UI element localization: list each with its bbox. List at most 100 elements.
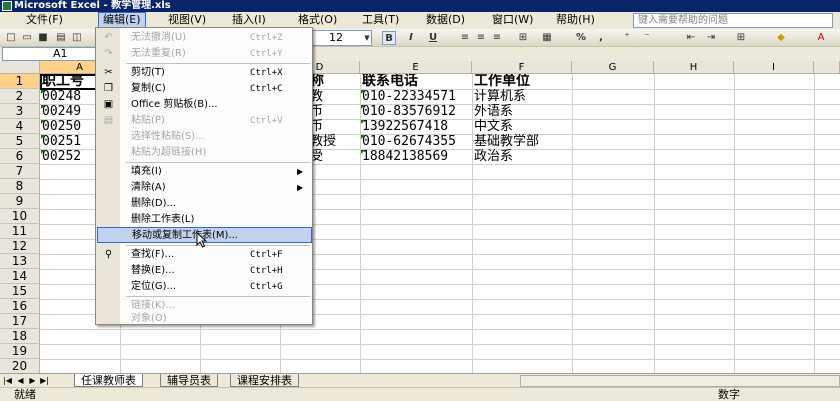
cell-d1[interactable]: 称 [308, 74, 360, 89]
cell-d2[interactable]: 教 [308, 89, 360, 104]
underline-button[interactable]: U [426, 31, 440, 45]
decrease-decimal-icon[interactable]: ⁻ [640, 31, 654, 45]
cell-e5[interactable]: 010-62674355 [360, 134, 472, 149]
menu-item-cut[interactable]: ✂ 剪切(T) Ctrl+X [97, 65, 312, 81]
row-header[interactable]: 1 [0, 74, 40, 89]
cell-e1[interactable]: 联系电话 [360, 74, 472, 89]
menu-item-redo[interactable]: ↷ 无法重复(R) Ctrl+Y [97, 46, 312, 62]
cell-f5[interactable]: 基础教学部 [472, 134, 572, 149]
row-header[interactable]: 2 [0, 89, 40, 104]
align-right-icon[interactable]: ≡ [490, 31, 504, 45]
row-header[interactable]: 3 [0, 104, 40, 119]
currency-icon[interactable]: ▦ [540, 31, 554, 45]
row-header[interactable]: 4 [0, 119, 40, 134]
percent-button[interactable]: % [574, 31, 588, 45]
menu-item-fill[interactable]: 填充(I) ▶ [97, 164, 312, 180]
bold-button[interactable]: B [382, 31, 396, 45]
first-sheet-icon[interactable]: |◀ [3, 375, 12, 386]
menu-file[interactable]: 文件(F) [22, 12, 67, 29]
column-header-f[interactable]: F [472, 61, 572, 74]
menu-item-undo[interactable]: ↶ 无法撤消(U) Ctrl+Z [97, 30, 312, 46]
menu-window[interactable]: 窗口(W) [488, 12, 537, 29]
cell-e3[interactable]: 010-83576912 [360, 104, 472, 119]
row-header[interactable]: 9 [0, 194, 40, 209]
menu-item-paste-special[interactable]: 选择性粘贴(S)... [97, 129, 312, 145]
sheet-tab-teachers[interactable]: 任课教师表 [74, 374, 143, 387]
column-header-i[interactable]: I [734, 61, 814, 74]
cell-f3[interactable]: 外语系 [472, 104, 572, 119]
decrease-indent-icon[interactable]: ⇤ [684, 31, 698, 45]
menu-item-replace[interactable]: 替换(E)... Ctrl+H [97, 263, 312, 279]
cell-d5[interactable]: 教授 [308, 134, 360, 149]
menu-item-paste-hyperlink[interactable]: 粘贴为超链接(H) [97, 145, 312, 161]
fill-color-icon[interactable]: ◆ [774, 31, 788, 45]
help-search-input[interactable]: 键入需要帮助的问题 [633, 13, 833, 28]
column-header-g[interactable]: G [572, 61, 654, 74]
row-header[interactable]: 19 [0, 344, 40, 359]
sheet-tab-counselors[interactable]: 辅导员表 [160, 374, 218, 387]
cell-f1[interactable]: 工作单位 [472, 74, 572, 89]
menu-item-paste[interactable]: ▤ 粘贴(P) Ctrl+V [97, 113, 312, 129]
next-sheet-icon[interactable]: ▶ [28, 375, 37, 386]
increase-indent-icon[interactable]: ⇥ [704, 31, 718, 45]
print-icon[interactable]: ▤ [54, 31, 68, 45]
cell-f2[interactable]: 计算机系 [472, 89, 572, 104]
row-header[interactable]: 12 [0, 239, 40, 254]
align-left-icon[interactable]: ≡ [458, 31, 472, 45]
borders-icon[interactable]: ⊞ [734, 31, 748, 45]
menu-item-goto[interactable]: 定位(G)... Ctrl+G [97, 279, 312, 295]
menu-separator [126, 296, 310, 297]
save-icon[interactable]: ■ [36, 31, 50, 45]
menu-item-copy[interactable]: ❐ 复制(C) Ctrl+C [97, 81, 312, 97]
prev-sheet-icon[interactable]: ◀ [16, 375, 25, 386]
select-all-corner[interactable] [0, 61, 40, 74]
menu-tools[interactable]: 工具(T) [358, 12, 403, 29]
row-header[interactable]: 14 [0, 269, 40, 284]
row-header[interactable]: 18 [0, 329, 40, 344]
menu-item-delete[interactable]: 删除(D)... [97, 196, 312, 212]
cell-d4[interactable]: 币 [308, 119, 360, 134]
row-header[interactable]: 7 [0, 164, 40, 179]
cell-e2[interactable]: 010-22334571 [360, 89, 472, 104]
row-header[interactable]: 17 [0, 314, 40, 329]
row-header[interactable]: 5 [0, 134, 40, 149]
font-color-icon[interactable]: A [814, 31, 828, 45]
menu-item-clear[interactable]: 清除(A) ▶ [97, 180, 312, 196]
comma-button[interactable]: , [594, 31, 608, 45]
horizontal-scrollbar[interactable] [520, 375, 840, 387]
menu-data[interactable]: 数据(D) [422, 12, 469, 29]
menu-item-object[interactable]: 对象(O) [97, 314, 312, 324]
menu-item-office-clipboard[interactable]: ▣ Office 剪贴板(B)... [97, 97, 312, 113]
merge-center-icon[interactable]: ⊞ [516, 31, 530, 45]
menu-item-delete-sheet[interactable]: 删除工作表(L) [97, 212, 312, 228]
preview-icon[interactable]: ◫ [70, 31, 84, 45]
menu-item-links[interactable]: 链接(K)... [97, 298, 312, 314]
align-center-icon[interactable]: ≡ [474, 31, 488, 45]
row-header[interactable]: 20 [0, 359, 40, 373]
row-header[interactable]: 11 [0, 224, 40, 239]
italic-button[interactable]: I [404, 31, 418, 45]
cell-e6[interactable]: 18842138569 [360, 149, 472, 164]
open-icon[interactable]: ▭ [20, 31, 34, 45]
name-box[interactable]: A1 [2, 47, 96, 61]
cell-f6[interactable]: 政治系 [472, 149, 572, 164]
menu-item-find[interactable]: ⚲ 查找(F)... Ctrl+F [97, 247, 312, 263]
increase-decimal-icon[interactable]: ⁺ [620, 31, 634, 45]
row-header[interactable]: 10 [0, 209, 40, 224]
cell-d3[interactable]: 币 [308, 104, 360, 119]
row-header[interactable]: 8 [0, 179, 40, 194]
cell-f4[interactable]: 中文系 [472, 119, 572, 134]
row-header[interactable]: 15 [0, 284, 40, 299]
last-sheet-icon[interactable]: ▶| [40, 375, 49, 386]
cell-d6[interactable]: 受 [308, 149, 360, 164]
column-header-e[interactable]: E [360, 61, 472, 74]
row-header[interactable]: 13 [0, 254, 40, 269]
row-header[interactable]: 16 [0, 299, 40, 314]
row-header[interactable]: 6 [0, 149, 40, 164]
menu-help[interactable]: 帮助(H) [552, 12, 599, 29]
column-header-h[interactable]: H [654, 61, 734, 74]
cell-e4[interactable]: 13922567418 [360, 119, 472, 134]
sheet-tab-schedule[interactable]: 课程安排表 [230, 374, 299, 387]
chevron-down-icon[interactable]: ▼ [360, 31, 374, 45]
new-icon[interactable]: □ [4, 31, 18, 45]
